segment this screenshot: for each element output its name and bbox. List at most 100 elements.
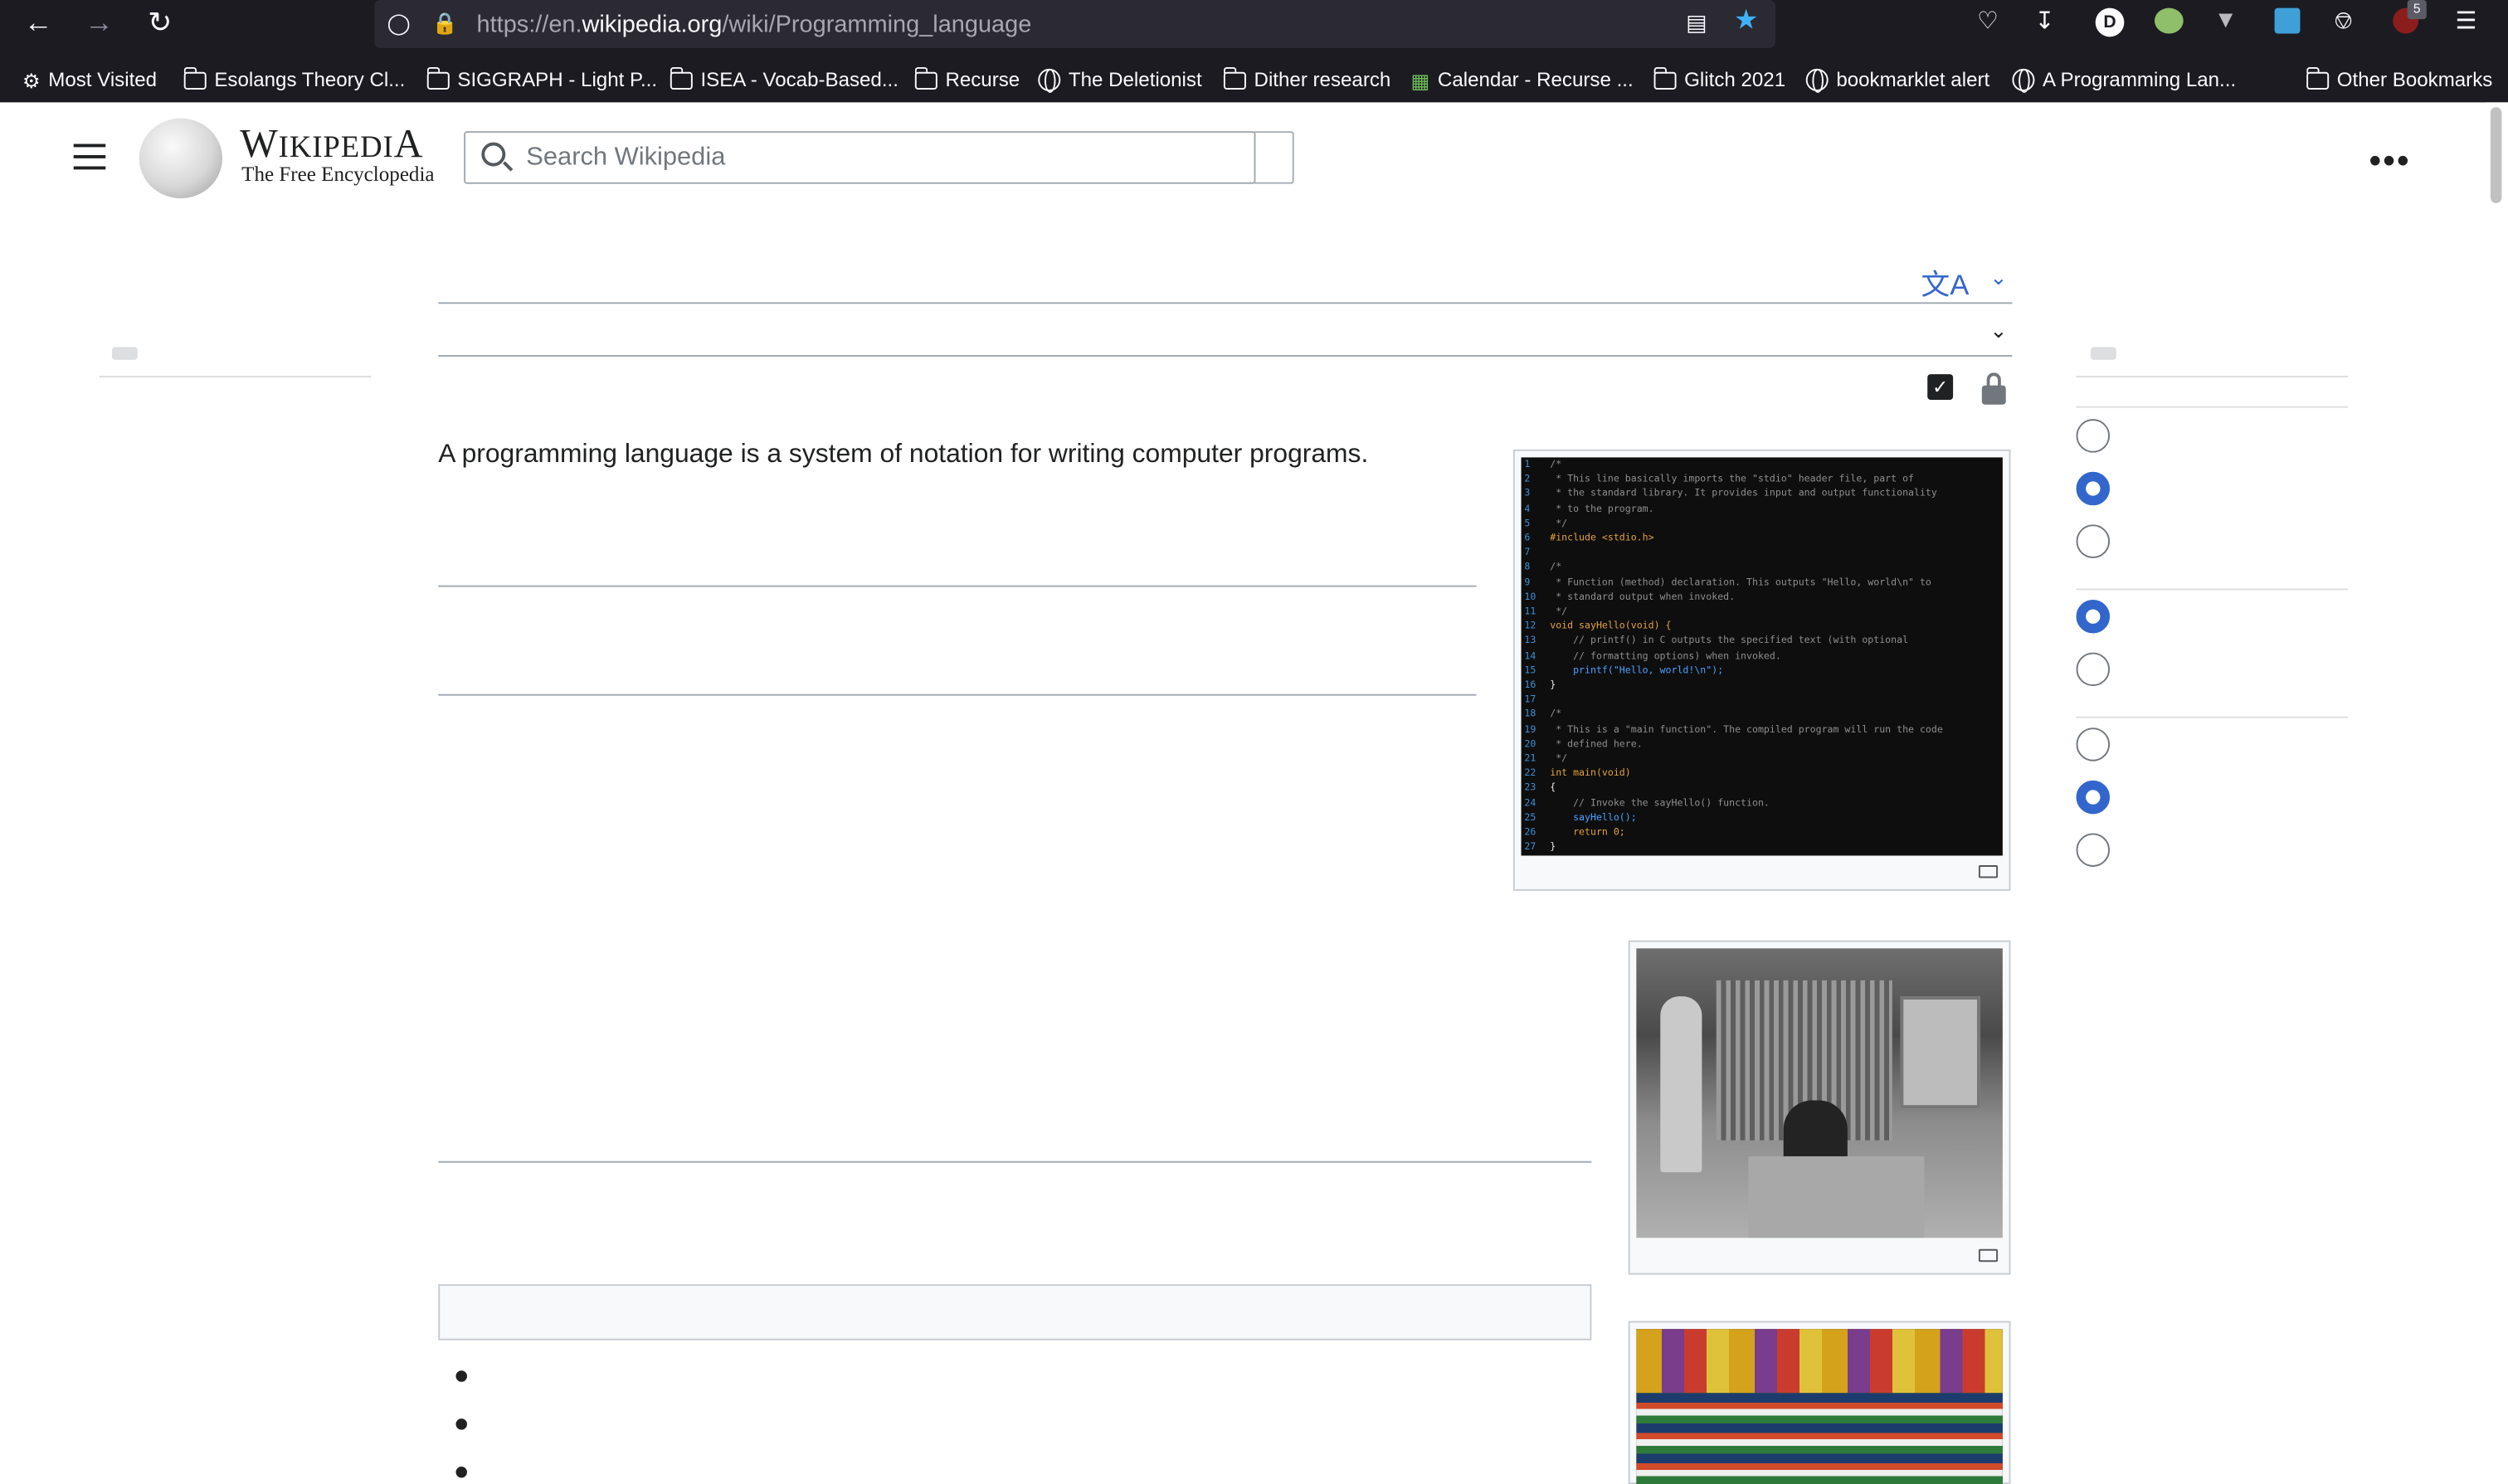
bookmark-other[interactable]: Other Bookmarks — [2306, 66, 2492, 95]
code-line-text: /* — [1550, 459, 1562, 470]
search-box[interactable] — [464, 131, 1256, 184]
code-line-text: */ — [1550, 753, 1568, 765]
enlarge-icon[interactable] — [1978, 865, 1999, 878]
globe-icon — [2012, 68, 2035, 93]
bookmark-calendar[interactable]: ▦ Calendar - Recurse ... — [1410, 66, 1633, 95]
width-standard-radio[interactable] — [2076, 600, 2111, 634]
code-line-number: 22 — [1524, 767, 1536, 780]
code-line: 25 sayHello(); — [1524, 810, 2002, 825]
extension-v-icon[interactable]: ▼ — [2213, 5, 2238, 37]
code-line-number: 4 — [1524, 503, 1531, 515]
lock-icon[interactable]: 🔒 — [432, 8, 458, 41]
code-line-number: 16 — [1524, 679, 1536, 691]
code-line: 27} — [1524, 840, 2002, 855]
url-text[interactable]: https://en.wikipedia.org/wiki/Programmin… — [477, 11, 1032, 38]
languages-chevron-icon[interactable]: ⌄ — [1989, 265, 2007, 291]
code-line-text: * to the program. — [1550, 503, 1654, 515]
code-line-number: 14 — [1524, 650, 1536, 662]
folder-icon — [1653, 66, 1677, 90]
code-line-text: return 0; — [1550, 826, 1625, 839]
more-options-icon[interactable]: ••• — [2369, 141, 2410, 182]
code-line-number: 2 — [1524, 474, 1531, 485]
code-line-text: * defined here. — [1550, 738, 1643, 750]
download-icon[interactable]: ↧ — [2034, 7, 2054, 39]
bookmark-programming-lang[interactable]: A Programming Lan... — [2012, 66, 2236, 95]
contents-box[interactable] — [438, 1284, 1592, 1340]
language-translate-icon[interactable]: 文A — [1921, 262, 1970, 304]
forward-arrow-icon[interactable]: → — [83, 7, 115, 39]
url-bar[interactable]: ◯ 🔒 https://en.wikipedia.org/wiki/Progra… — [374, 0, 1776, 48]
code-line-text: /* — [1550, 708, 1562, 721]
code-line-number: 19 — [1524, 723, 1536, 736]
code-line-number: 1 — [1524, 459, 1531, 470]
width-wide-radio[interactable] — [2076, 652, 2111, 687]
code-line-text: * This line basically imports the "stdio… — [1550, 474, 1915, 485]
wikipedia-globe-logo[interactable] — [139, 118, 222, 199]
reload-icon[interactable]: ↻ — [144, 7, 177, 39]
code-line-number: 3 — [1524, 488, 1531, 500]
color-light-radio[interactable] — [2076, 780, 2111, 815]
text-size-standard-radio[interactable] — [2076, 471, 2111, 506]
menu-hamburger-icon[interactable]: ☰ — [2455, 7, 2476, 39]
enlarge-icon[interactable] — [1978, 1248, 1999, 1263]
bookmark-bookmarklet[interactable]: bookmarklet alert — [1805, 66, 1989, 95]
back-arrow-icon[interactable]: ← — [22, 7, 55, 39]
shield-icon[interactable]: ◯ — [387, 8, 411, 41]
sidebar-divider — [99, 376, 372, 378]
bookmark-recurse[interactable]: Recurse — [913, 66, 1020, 95]
folder-icon — [669, 66, 693, 90]
code-line: 2 * This line basically imports the "std… — [1524, 472, 2002, 487]
browser-toolbar: ← → ↻ ◯ 🔒 https://en.wikipedia.org/wiki/… — [0, 0, 2508, 103]
reader-view-icon[interactable]: ▤ — [1686, 7, 1707, 39]
bookmark-most-visited[interactable]: ⚙ Most Visited — [22, 66, 157, 95]
code-line: 4 * to the program. — [1524, 502, 2002, 517]
code-line-text: #include <stdio.h> — [1550, 533, 1654, 544]
programming-books-photo[interactable] — [1636, 1329, 2003, 1484]
code-line: 5 */ — [1524, 516, 2002, 531]
code-line-number: 24 — [1524, 797, 1536, 809]
main-menu-icon[interactable] — [73, 144, 106, 170]
tabs-chevron-icon[interactable]: ⌄ — [1989, 319, 2007, 344]
pocket-icon[interactable]: ♡ — [1977, 7, 1999, 39]
wikipedia-tagline: The Free Encyclopedia — [241, 161, 435, 186]
color-automatic-radio[interactable] — [2076, 727, 2111, 761]
tabs-divider — [438, 355, 2013, 357]
bookmark-glitch[interactable]: Glitch 2021 — [1653, 66, 1785, 95]
page-scrollbar[interactable] — [2486, 102, 2508, 1484]
bookmark-deletionist[interactable]: The Deletionist — [1038, 66, 1202, 95]
globe-icon — [1805, 68, 1829, 93]
code-line: 15 printf("Hello, world!\n"); — [1524, 664, 2002, 679]
code-line: 12 void sayHello(void) { — [1524, 620, 2002, 635]
bookmark-esolangs[interactable]: Esolangs Theory Cl... — [183, 66, 405, 95]
code-line-number: 12 — [1524, 620, 1536, 633]
extension-blob-icon[interactable] — [2155, 7, 2184, 34]
account-avatar-icon[interactable]: D — [2095, 7, 2125, 37]
code-line: 26 return 0; — [1524, 825, 2002, 840]
code-image[interactable]: 1 /* 2 * This line basically imports the "… — [1521, 457, 2003, 856]
code-line: 11 */ — [1524, 605, 2002, 620]
globe-icon — [1038, 68, 1061, 93]
code-line-number: 5 — [1524, 518, 1531, 529]
protection-lock-icon[interactable] — [1981, 372, 2006, 405]
code-line-text: } — [1550, 841, 1556, 854]
search-input[interactable] — [526, 133, 1230, 182]
code-line-text: sayHello(); — [1550, 812, 1637, 824]
section-divider — [438, 1160, 1592, 1163]
extensions-puzzle-icon[interactable]: ⎊ — [2334, 7, 2353, 39]
color-dark-radio[interactable] — [2076, 833, 2111, 867]
computer-operators-photo[interactable] — [1636, 948, 2003, 1238]
code-line-number: 13 — [1524, 635, 1536, 647]
checkbox-checked-icon[interactable]: ✓ — [1927, 374, 1954, 400]
bookmark-star-icon[interactable]: ★ — [1734, 5, 1758, 37]
scrollbar-thumb[interactable] — [2490, 107, 2502, 203]
bookmark-siggraph[interactable]: SIGGRAPH - Light P... — [426, 66, 657, 95]
save-disk-icon[interactable] — [2274, 7, 2301, 34]
search-button[interactable] — [1254, 131, 1294, 184]
list-bullet — [455, 1466, 467, 1478]
bookmark-dither[interactable]: Dither research — [1222, 66, 1390, 95]
folder-icon — [183, 66, 207, 90]
gear-icon: ⚙ — [22, 69, 41, 92]
text-size-large-radio[interactable] — [2076, 524, 2111, 558]
bookmark-isea[interactable]: ISEA - Vocab-Based... — [669, 66, 898, 95]
text-size-small-radio[interactable] — [2076, 419, 2111, 453]
